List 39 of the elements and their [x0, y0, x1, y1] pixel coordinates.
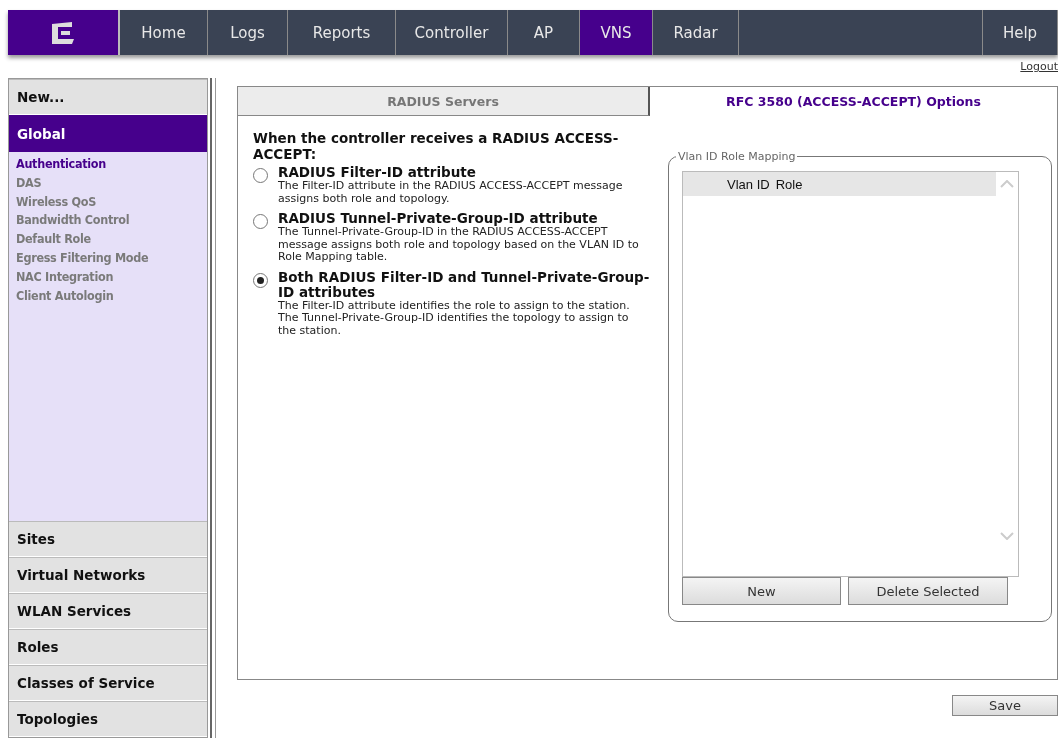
option-title: RADIUS Filter-ID attribute: [278, 165, 477, 180]
section-heading: When the controller receives a RADIUS ACCESS-ACCEPT:: [253, 130, 620, 162]
sidebar-group[interactable]: New...: [9, 79, 208, 115]
sidebar-group[interactable]: WLAN Services: [9, 593, 208, 629]
nav-tab[interactable]: Logs: [208, 10, 288, 55]
sidebar-group[interactable]: Roles: [9, 629, 208, 665]
nav-tab[interactable]: Radar: [653, 10, 739, 55]
radio-button[interactable]: [253, 272, 268, 288]
column-header[interactable]: Role: [775, 176, 803, 192]
group-legend: Vlan ID Role Mapping: [676, 150, 798, 163]
tab[interactable]: RADIUS Servers: [238, 87, 650, 116]
option-description: The Tunnel-Private-Group-ID in the RADIUS ACCESS-ACCEPT message assigns both role and topology based on the VLAN ID to Role Mapping table.: [278, 226, 640, 264]
sidebar-group[interactable]: Virtual Networks: [9, 557, 208, 593]
nav-tab[interactable]: Home: [120, 10, 208, 55]
option-title: Both RADIUS Filter-ID and Tunnel-Private-Group-ID attributes: [278, 269, 651, 300]
new-button[interactable]: New: [682, 577, 841, 605]
sidebar-group[interactable]: Sites: [9, 521, 208, 557]
nav-tab[interactable]: Reports: [288, 10, 396, 55]
radio-button[interactable]: [253, 214, 268, 229]
scroll-down-icon[interactable]: [1000, 532, 1014, 540]
logo-cell[interactable]: [8, 10, 120, 55]
sidebar-group[interactable]: Classes of Service: [9, 665, 208, 701]
nav-tab[interactable]: AP: [508, 10, 580, 55]
nav-tab[interactable]: VNS: [580, 10, 653, 55]
option-title: RADIUS Tunnel-Private-Group-ID attribute: [278, 211, 599, 226]
scroll-up-icon[interactable]: [1000, 180, 1014, 188]
option-description: The Filter-ID attribute identifies the role to assign to the station. The Tunnel-Private-Group-ID identifies the topology to assign to the station.: [278, 299, 631, 337]
nav-tab[interactable]: Controller: [396, 10, 508, 55]
column-header[interactable]: Vlan ID: [727, 176, 770, 192]
sidebar-group[interactable]: Topologies: [9, 701, 208, 737]
logout-link[interactable]: Logout: [1020, 60, 1058, 73]
sidebar-item[interactable]: Authentication: [16, 155, 208, 174]
radio-button[interactable]: [253, 168, 268, 183]
sidebar-section[interactable]: Global: [9, 115, 208, 152]
save-button[interactable]: Save: [952, 695, 1058, 716]
option-description: The Filter-ID attribute in the RADIUS ACCESS-ACCEPT message assigns both role and topology.: [278, 180, 624, 205]
delete-button[interactable]: Delete Selected: [848, 577, 1008, 605]
help-tab[interactable]: Help: [983, 10, 1058, 55]
logo-icon: [50, 19, 76, 46]
